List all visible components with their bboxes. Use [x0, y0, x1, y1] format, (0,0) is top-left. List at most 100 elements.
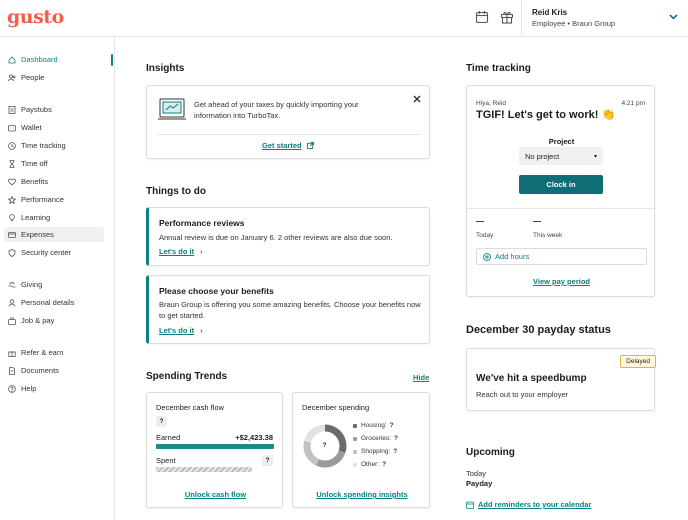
- upcoming-when: Today: [466, 469, 487, 478]
- sidebar-item-label: People: [21, 73, 45, 82]
- sidebar-item-label: Benefits: [21, 177, 49, 186]
- spending-card-title: December spending: [302, 403, 370, 412]
- plus-circle-icon: [483, 252, 491, 261]
- document-icon: [9, 366, 15, 375]
- cash-flow-title: December cash flow: [156, 403, 224, 412]
- delayed-badge: Delayed: [620, 355, 656, 368]
- sidebar-item-label: Performance: [21, 195, 64, 204]
- hide-link[interactable]: Hide: [413, 373, 429, 382]
- gift-icon[interactable]: [500, 10, 514, 24]
- active-indicator: [111, 54, 113, 66]
- todo-title: Things to do: [146, 186, 206, 197]
- sidebar-item-label: Help: [21, 384, 37, 393]
- earned-value: +$2,423.38: [235, 433, 273, 442]
- spending-legend-item: Housing:?: [353, 422, 394, 429]
- sidebar-item-help[interactable]: Help: [4, 381, 104, 396]
- calendar-icon[interactable]: [475, 10, 489, 24]
- sidebar-item-label: Learning: [21, 213, 51, 222]
- sidebar-item-benefits[interactable]: Benefits: [4, 174, 104, 189]
- legend-label: Shopping:: [361, 448, 391, 455]
- people-icon: [8, 74, 16, 81]
- sidebar-item-people[interactable]: People: [4, 70, 104, 85]
- lightbulb-icon: [9, 213, 15, 221]
- divider: [467, 208, 656, 209]
- insights-card: Get ahead of your taxes by quickly impor…: [146, 85, 430, 159]
- divider: [157, 134, 421, 135]
- insights-title: Insights: [146, 63, 185, 74]
- add-hours-button[interactable]: Add hours: [476, 248, 647, 265]
- shield-icon: [8, 248, 16, 257]
- sidebar-item-personal-details[interactable]: Personal details: [4, 295, 104, 310]
- wallet-icon: [8, 124, 16, 131]
- todo-card-benefits: Please choose your benefits Braun Group …: [146, 275, 430, 344]
- sidebar-item-security-center[interactable]: Security center: [4, 245, 104, 260]
- sidebar-item-refer-earn[interactable]: Refer & earn: [4, 345, 104, 360]
- unknown-badge: ?: [156, 416, 167, 427]
- sidebar-item-label: Time off: [21, 159, 48, 168]
- sidebar-item-performance[interactable]: Performance: [4, 192, 104, 207]
- sidebar-item-label: Documents: [21, 366, 59, 375]
- calendar-icon: [466, 501, 474, 509]
- todo-item-title: Please choose your benefits: [159, 286, 274, 296]
- person-icon: [8, 298, 16, 307]
- spent-value: ?: [262, 455, 273, 466]
- sidebar-item-job-pay[interactable]: Job & pay: [4, 313, 104, 328]
- donut-center-value: ?: [322, 442, 327, 449]
- earned-bar: [156, 444, 274, 449]
- briefcase-icon: [8, 317, 16, 325]
- get-started-link[interactable]: Get started: [262, 141, 314, 150]
- sidebar-item-paystubs[interactable]: Paystubs: [4, 102, 104, 117]
- gusto-logo[interactable]: gusto: [7, 6, 64, 28]
- todo-item-desc: Braun Group is offering you some amazing…: [159, 300, 421, 320]
- sidebar-item-expenses[interactable]: Expenses: [4, 227, 104, 242]
- week-hours-value: —: [533, 217, 541, 226]
- project-select[interactable]: No project ▾: [519, 147, 603, 165]
- sidebar-item-dashboard[interactable]: Dashboard: [4, 52, 104, 67]
- tt-headline: TGIF! Let's get to work! 👏: [476, 109, 616, 121]
- gift-icon: [8, 351, 16, 357]
- sidebar-item-time-tracking[interactable]: Time tracking: [4, 138, 104, 153]
- insights-text: Get ahead of your taxes by quickly impor…: [194, 100, 359, 120]
- chevron-right-icon: ›: [200, 326, 203, 335]
- todo-cta-link[interactable]: Let's do it ›: [159, 326, 203, 335]
- sidebar-item-label: Wallet: [21, 123, 42, 132]
- chevron-down-icon[interactable]: [669, 14, 678, 20]
- legend-swatch: [353, 462, 357, 467]
- home-icon: [8, 55, 16, 63]
- sidebar-item-giving[interactable]: Giving: [4, 277, 104, 292]
- header-divider: [521, 0, 522, 37]
- time-tracking-title: Time tracking: [466, 63, 531, 74]
- legend-label: Groceries:: [361, 435, 391, 442]
- legend-value: ?: [393, 435, 398, 442]
- close-icon[interactable]: [413, 95, 421, 103]
- cash-flow-card: December cash flow ? Earned +$2,423.38 S…: [146, 392, 283, 508]
- legend-swatch: [353, 436, 357, 441]
- clock-in-button[interactable]: Clock in: [519, 175, 603, 194]
- user-name[interactable]: Reid Kris: [532, 8, 567, 17]
- external-link-icon: [306, 142, 314, 149]
- unlock-cash-flow-link[interactable]: Unlock cash flow: [147, 490, 284, 499]
- legend-swatch: [353, 423, 357, 428]
- star-icon: [8, 195, 16, 204]
- giving-icon: [8, 281, 16, 287]
- week-label: This week: [533, 232, 563, 239]
- todo-cta-link[interactable]: Let's do it ›: [159, 247, 203, 256]
- sidebar-item-learning[interactable]: Learning: [4, 210, 104, 225]
- sidebar-item-documents[interactable]: Documents: [4, 363, 104, 378]
- sidebar-item-wallet[interactable]: Wallet: [4, 120, 104, 135]
- spent-bar: [156, 467, 252, 472]
- user-role: Employee • Braun Group: [532, 19, 616, 28]
- todo-card-performance: Performance reviews Annual review is due…: [146, 207, 430, 266]
- project-label: Project: [548, 137, 575, 146]
- sidebar-item-label: Time tracking: [21, 141, 66, 150]
- sidebar-item-time-off[interactable]: Time off: [4, 156, 104, 171]
- today-hours-value: —: [476, 217, 484, 226]
- caret-down-icon: ▾: [593, 153, 597, 160]
- unlock-spending-link[interactable]: Unlock spending insights: [293, 490, 431, 499]
- view-pay-period-link[interactable]: View pay period: [467, 277, 656, 286]
- add-reminders-link[interactable]: Add reminders to your calendar: [466, 500, 591, 509]
- sidebar-item-label: Personal details: [21, 298, 75, 307]
- legend-value: ?: [389, 422, 394, 429]
- todo-item-title: Performance reviews: [159, 218, 245, 228]
- spending-legend-item: Groceries:?: [353, 435, 398, 442]
